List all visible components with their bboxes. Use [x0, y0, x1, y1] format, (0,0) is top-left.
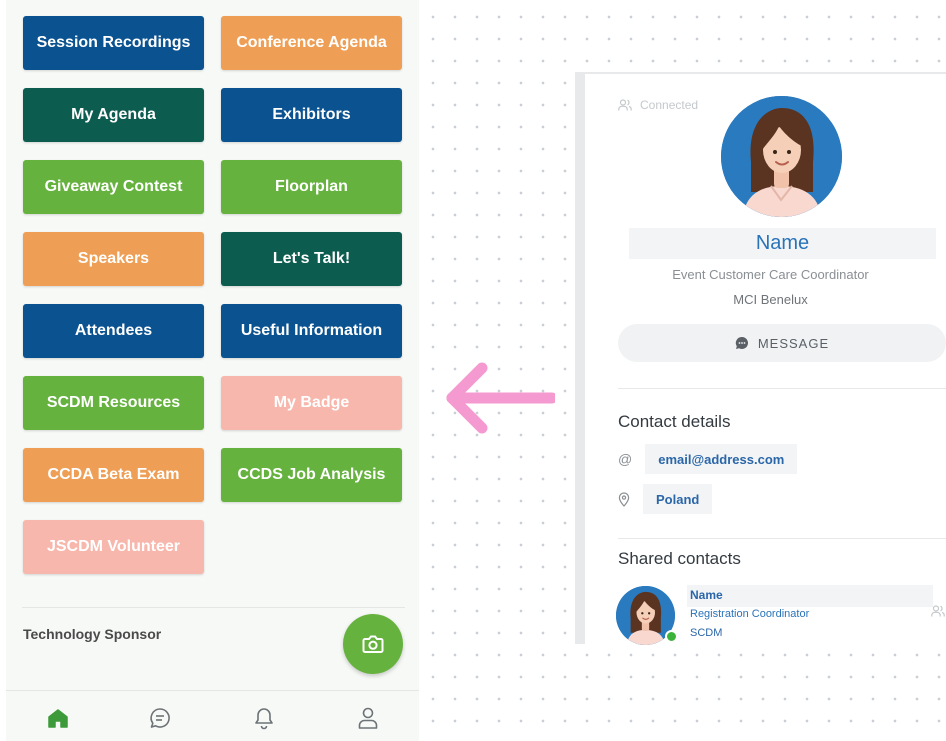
nav-chat[interactable] — [147, 705, 173, 731]
shared-contact-company: SCDM — [690, 627, 723, 639]
tile-ccda-beta-exam[interactable]: CCDA Beta Exam — [23, 448, 204, 502]
user-icon — [358, 707, 378, 729]
connected-label: Connected — [640, 98, 699, 112]
tile-giveaway-contest[interactable]: Giveaway Contest — [23, 160, 204, 214]
technology-sponsor-label: Technology Sponsor — [23, 626, 162, 642]
sponsor-divider — [22, 607, 405, 608]
profile-divider — [618, 388, 946, 389]
camera-icon — [362, 635, 384, 653]
nav-home[interactable] — [45, 705, 71, 731]
tile-session-recordings[interactable]: Session Recordings — [23, 16, 204, 70]
connected-users-icon — [618, 99, 632, 111]
chat-icon — [150, 708, 170, 728]
profile-avatar — [721, 96, 842, 217]
bottom-navigation — [6, 690, 419, 741]
message-button[interactable]: MESSAGE — [618, 324, 946, 362]
location-pin-icon — [618, 491, 630, 507]
bell-icon — [255, 708, 273, 730]
attendee-profile-card: Connected Name Event Customer Care Coord… — [575, 72, 946, 645]
tile-scdm-resources[interactable]: SCDM Resources — [23, 376, 204, 430]
tile-jscdm-volunteer[interactable]: JSCDM Volunteer — [23, 520, 204, 574]
tile-floorplan[interactable]: Floorplan — [221, 160, 402, 214]
connected-users-icon — [931, 605, 945, 617]
message-icon — [735, 336, 748, 349]
tile-conference-agenda[interactable]: Conference Agenda — [221, 16, 402, 70]
nav-profile[interactable] — [355, 705, 381, 731]
shared-contact-name[interactable]: Name — [690, 588, 723, 602]
profile-name: Name — [629, 228, 936, 259]
profile-company: MCI Benelux — [733, 292, 808, 307]
tile-speakers[interactable]: Speakers — [23, 232, 204, 286]
contacts-divider — [618, 538, 946, 539]
woman-avatar-illustration — [721, 96, 842, 217]
at-sign-icon: @ — [618, 451, 633, 467]
pink-left-arrow — [446, 362, 555, 434]
nav-notifications[interactable] — [251, 705, 277, 731]
home-icon — [48, 709, 68, 728]
contact-location-row: Poland — [618, 484, 713, 514]
contact-location: Poland — [643, 484, 713, 514]
contact-email[interactable]: email@address.com — [645, 444, 798, 474]
message-button-label: MESSAGE — [757, 335, 830, 351]
shared-contacts-title: Shared contacts — [618, 549, 741, 568]
tile-my-badge[interactable]: My Badge — [221, 376, 402, 430]
tile-ccds-job-analysis[interactable]: CCDS Job Analysis — [221, 448, 402, 502]
camera-fab-button[interactable] — [343, 614, 403, 674]
tile-exhibitors[interactable]: Exhibitors — [221, 88, 402, 142]
connection-status: Connected — [618, 98, 698, 112]
tile-useful-information[interactable]: Useful Information — [221, 304, 402, 358]
shared-contact-name-bg — [687, 585, 933, 607]
tile-attendees[interactable]: Attendees — [23, 304, 204, 358]
contact-details-title: Contact details — [618, 412, 731, 431]
profile-job-title: Event Customer Care Coordinator — [672, 267, 869, 282]
tile-lets-talk[interactable]: Let's Talk! — [221, 232, 402, 286]
tile-my-agenda[interactable]: My Agenda — [23, 88, 204, 142]
event-app-home: Session Recordings Conference Agenda My … — [6, 0, 419, 741]
contact-email-row: @ email@address.com — [618, 444, 798, 474]
shared-contact-title: Registration Coordinator — [690, 608, 810, 620]
online-status-dot — [665, 630, 678, 643]
